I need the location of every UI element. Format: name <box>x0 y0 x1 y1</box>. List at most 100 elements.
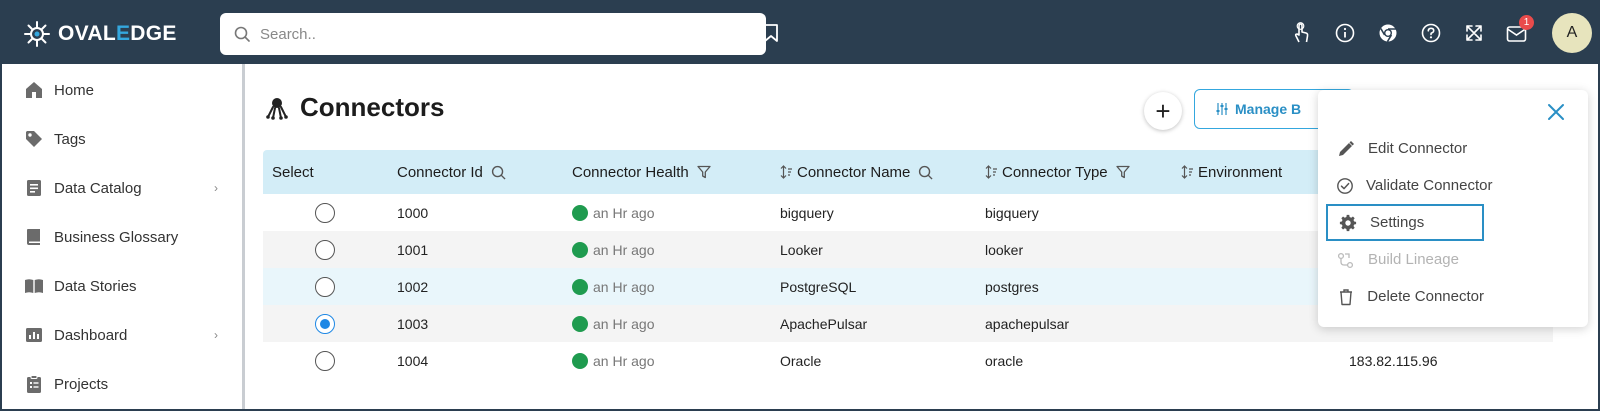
connector-name-cell[interactable]: ApachePulsar <box>780 305 867 342</box>
connector-health-cell: an Hr ago <box>572 194 654 231</box>
table-row[interactable]: 1004 an Hr ago Oracle oracle 183.82.115.… <box>263 342 1553 379</box>
connector-name-cell[interactable]: Oracle <box>780 342 821 379</box>
brand-logo[interactable]: OVAL E DGE <box>22 19 177 49</box>
top-bar: OVALEDGE 1 A <box>2 2 1598 64</box>
check-circle-icon <box>1336 176 1354 196</box>
menu-item-label: Build Lineage <box>1368 251 1459 268</box>
column-label: Connector Name <box>797 163 911 181</box>
row-select-radio[interactable] <box>315 276 335 297</box>
menu-item-label: Delete Connector <box>1367 288 1484 305</box>
book-icon <box>24 227 44 247</box>
sidebar-item-label: Business Glossary <box>54 228 179 246</box>
menu-item-settings[interactable]: Settings <box>1326 204 1484 241</box>
column-header-connector-type[interactable]: Connector Type <box>985 150 1130 194</box>
bookmark-icon[interactable] <box>759 21 783 45</box>
connector-id-cell: 1003 <box>397 315 429 332</box>
add-connector-button[interactable]: + <box>1144 92 1182 130</box>
health-status-dot-icon <box>572 315 588 332</box>
health-status-dot-icon <box>572 204 588 221</box>
sidebar-item-business-glossary[interactable]: Business Glossary <box>2 217 242 257</box>
menu-item-delete-connector[interactable]: Delete Connector <box>1326 278 1484 315</box>
column-label: Connector Id <box>397 163 483 181</box>
open-book-icon <box>24 276 44 296</box>
row-select-radio[interactable] <box>315 350 335 371</box>
connector-type-cell: oracle <box>985 352 1024 369</box>
sidebar-item-label: Data Stories <box>54 277 137 295</box>
sidebar-item-label: Data Catalog <box>54 179 142 197</box>
connectors-icon <box>266 97 288 120</box>
chevron-right-icon: › <box>214 328 218 342</box>
sliders-icon <box>1216 103 1228 115</box>
sidebar-item-data-catalog[interactable]: Data Catalog › <box>2 168 242 208</box>
sidebar-item-label: Home <box>54 81 95 99</box>
menu-item-label: Settings <box>1370 214 1425 231</box>
column-header-environment[interactable]: Environment <box>1181 150 1282 194</box>
search-icon[interactable] <box>918 165 933 180</box>
health-text: an Hr ago <box>593 241 655 258</box>
health-text: an Hr ago <box>593 315 655 332</box>
search-bar[interactable] <box>220 13 766 55</box>
menu-item-validate-connector[interactable]: Validate Connector <box>1326 167 1492 204</box>
column-label: Select <box>272 163 314 181</box>
sidebar-item-dashboard[interactable]: Dashboard › <box>2 315 242 355</box>
search-icon[interactable] <box>491 165 506 180</box>
dashboard-icon <box>24 325 44 345</box>
data-catalog-icon <box>24 178 44 198</box>
row-select-radio[interactable] <box>315 313 335 334</box>
connector-id-cell: 1000 <box>397 204 429 221</box>
filter-icon[interactable] <box>1115 165 1130 179</box>
connector-health-cell: an Hr ago <box>572 305 654 342</box>
info-icon[interactable] <box>1333 21 1357 45</box>
chrome-icon[interactable] <box>1376 21 1400 45</box>
health-text: an Hr ago <box>593 352 655 369</box>
avatar[interactable]: A <box>1552 13 1592 53</box>
pencil-icon <box>1336 139 1356 159</box>
brand-name-part2: E <box>115 22 131 45</box>
column-header-connector-id[interactable]: Connector Id <box>397 150 506 194</box>
sidebar-item-label: Dashboard <box>54 326 128 344</box>
connector-name-cell[interactable]: Looker <box>780 231 823 268</box>
connector-type-cell: looker <box>985 241 1024 258</box>
health-status-dot-icon <box>572 278 588 295</box>
touch-hand-icon[interactable] <box>1289 21 1313 45</box>
expand-icon[interactable] <box>1462 21 1486 45</box>
clipboard-icon <box>24 374 44 394</box>
row-select-radio[interactable] <box>315 202 335 223</box>
menu-item-label: Validate Connector <box>1366 177 1493 194</box>
connector-name-cell[interactable]: PostgreSQL <box>780 268 856 305</box>
help-icon[interactable] <box>1419 21 1443 45</box>
connector-type-cell: bigquery <box>985 204 1039 221</box>
menu-item-build-lineage[interactable]: Build Lineage <box>1326 241 1484 278</box>
sidebar-item-tags[interactable]: Tags <box>2 119 242 159</box>
connector-id-cell: 1001 <box>397 241 429 258</box>
health-status-dot-icon <box>572 241 588 258</box>
sidebar-item-home[interactable]: Home <box>2 70 242 110</box>
filter-icon[interactable] <box>697 165 711 179</box>
column-label: Environment <box>1198 163 1283 181</box>
connector-health-cell: an Hr ago <box>572 231 654 268</box>
close-icon[interactable] <box>1544 100 1568 124</box>
menu-item-label: Edit Connector <box>1368 140 1468 157</box>
brand-name-part1: OVAL <box>58 22 116 45</box>
row-select-radio[interactable] <box>315 239 335 260</box>
search-input[interactable] <box>260 25 740 43</box>
sort-icon[interactable] <box>1181 165 1194 179</box>
sort-icon[interactable] <box>780 165 793 179</box>
sidebar-item-data-stories[interactable]: Data Stories <box>2 266 242 306</box>
column-header-connector-health[interactable]: Connector Health <box>572 150 711 194</box>
connector-name-cell[interactable]: bigquery <box>780 194 834 231</box>
menu-item-edit-connector[interactable]: Edit Connector <box>1326 130 1484 167</box>
connector-type-cell: postgres <box>985 278 1039 295</box>
trash-icon <box>1336 287 1355 307</box>
search-icon <box>234 26 250 42</box>
manage-button-label: Manage B <box>1235 101 1302 117</box>
sort-icon[interactable] <box>985 165 998 179</box>
sidebar-item-label: Projects <box>54 375 109 393</box>
health-status-dot-icon <box>572 352 588 369</box>
health-text: an Hr ago <box>593 278 655 295</box>
sidebar-item-projects[interactable]: Projects <box>2 364 242 404</box>
notifications-mail-icon[interactable]: 1 <box>1505 15 1534 45</box>
page-header: Connectors <box>264 92 444 123</box>
column-header-connector-name[interactable]: Connector Name <box>780 150 933 194</box>
environment-cell: 183.82.115.96 <box>1349 352 1438 369</box>
